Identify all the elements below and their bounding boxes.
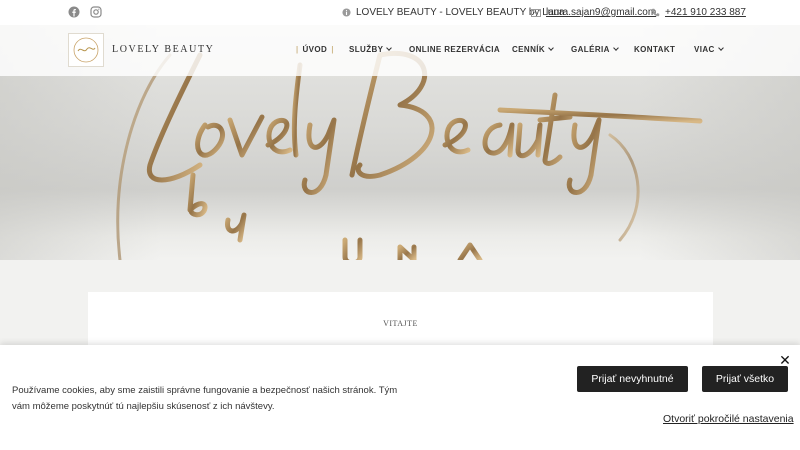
envelope-icon bbox=[531, 8, 541, 17]
nav-item-label: VIAC bbox=[694, 45, 715, 54]
nav-item-label: ÚVOD bbox=[302, 45, 328, 54]
active-marker-left: | bbox=[296, 45, 299, 54]
accept-all-button[interactable]: Prijať všetko bbox=[702, 366, 788, 392]
email-link[interactable]: laura.sajan9@gmail.com bbox=[546, 7, 656, 18]
cookie-banner: ✕ Používame cookies, aby sme zaistili sp… bbox=[0, 345, 800, 450]
email-info: laura.sajan9@gmail.com bbox=[531, 7, 656, 18]
section-kicker: VITAJTE bbox=[383, 319, 418, 328]
main-nav: LOVELY BEAUTY | ÚVOD | SLUŽBY ONLINE REZ… bbox=[0, 25, 800, 76]
top-info-bar: LOVELY BEAUTY - LOVELY BEAUTY by Luna la… bbox=[0, 0, 800, 25]
nav-item-galeria[interactable]: GALÉRIA bbox=[571, 45, 619, 54]
active-marker-right: | bbox=[331, 45, 334, 54]
nav-item-label: KONTAKT bbox=[634, 45, 676, 54]
nav-item-viac[interactable]: VIAC bbox=[694, 45, 724, 54]
advanced-settings-link[interactable]: Otvoriť pokročilé nastavenia bbox=[663, 413, 794, 425]
chevron-down-icon bbox=[612, 45, 619, 51]
chevron-down-icon bbox=[717, 45, 724, 51]
info-icon bbox=[342, 8, 351, 17]
logo[interactable] bbox=[68, 33, 104, 67]
instagram-icon[interactable] bbox=[90, 6, 102, 18]
chevron-down-icon bbox=[548, 45, 554, 51]
logo-emblem-icon bbox=[73, 37, 99, 63]
nav-item-online-rezervacia[interactable]: ONLINE REZERVÁCIA bbox=[409, 45, 500, 54]
nav-item-sluzby[interactable]: SLUŽBY bbox=[349, 45, 393, 54]
facebook-icon[interactable] bbox=[68, 6, 80, 18]
cookie-text: Používame cookies, aby sme zaistili sprá… bbox=[12, 385, 398, 412]
nav-item-label: CENNÍK bbox=[512, 45, 546, 54]
chevron-down-icon bbox=[386, 45, 393, 51]
phone-info: +421 910 233 887 bbox=[651, 7, 746, 18]
nav-item-label: GALÉRIA bbox=[571, 45, 610, 54]
nav-item-label: SLUŽBY bbox=[349, 45, 384, 54]
phone-link[interactable]: +421 910 233 887 bbox=[665, 7, 746, 18]
nav-item-uvod[interactable]: | ÚVOD | bbox=[296, 45, 334, 54]
nav-item-label: ONLINE REZERVÁCIA bbox=[409, 45, 501, 54]
nav-item-cennik[interactable]: CENNÍK bbox=[512, 45, 554, 54]
social-links bbox=[68, 6, 102, 18]
accept-necessary-button[interactable]: Prijať nevyhnutné bbox=[577, 366, 688, 392]
phone-icon bbox=[651, 8, 660, 17]
nav-item-kontakt[interactable]: KONTAKT bbox=[634, 45, 675, 54]
logo-text[interactable]: LOVELY BEAUTY bbox=[112, 44, 214, 55]
close-icon[interactable]: ✕ bbox=[778, 353, 792, 367]
